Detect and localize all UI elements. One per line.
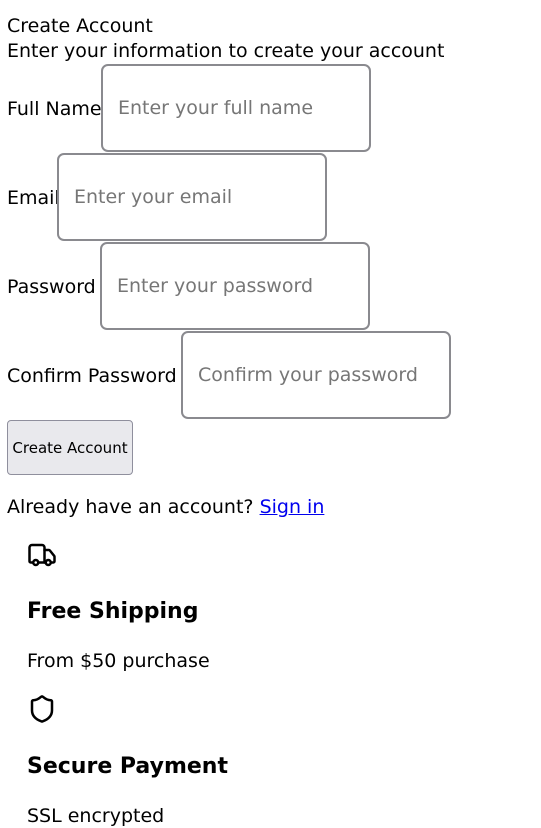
feature-title-shipping: Free Shipping: [27, 599, 199, 624]
signin-row: Already have an account? Sign in: [7, 495, 324, 519]
signin-link[interactable]: Sign in: [260, 496, 325, 518]
full-name-label: Full Name: [7, 98, 102, 120]
confirm-password-input[interactable]: [181, 331, 451, 419]
email-label: Email: [7, 187, 60, 209]
email-input[interactable]: [57, 153, 327, 241]
feature-desc-security: SSL encrypted: [27, 805, 165, 827]
signin-prompt: Already have an account?: [7, 496, 254, 518]
page-title: Create Account: [7, 15, 153, 37]
password-input[interactable]: [100, 242, 370, 330]
full-name-input[interactable]: [101, 64, 371, 152]
signup-page: Create Account Enter your information to…: [0, 0, 541, 828]
feature-desc-shipping: From $50 purchase: [27, 650, 210, 672]
shield-icon: [27, 694, 57, 724]
confirm-password-label: Confirm Password: [7, 365, 177, 387]
create-account-button[interactable]: Create Account: [7, 420, 133, 475]
feature-title-security: Secure Payment: [27, 754, 228, 779]
password-label: Password: [7, 276, 96, 298]
page-subtitle: Enter your information to create your ac…: [7, 40, 445, 62]
truck-icon: [27, 540, 57, 570]
